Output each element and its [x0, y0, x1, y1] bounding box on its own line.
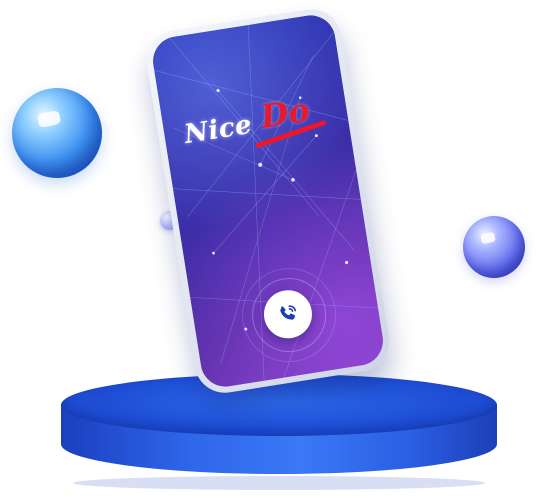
glass-bubble-medium: [463, 216, 525, 278]
scene: Nice Do: [0, 0, 541, 498]
phone-screen: Nice Do: [149, 11, 387, 391]
phone-call-icon: [280, 305, 297, 320]
podium: [61, 374, 497, 490]
podium-shadow: [73, 476, 485, 490]
bubble-highlight: [480, 231, 496, 245]
logo-text-nice: Nice: [182, 109, 255, 151]
glass-bubble-large: [12, 88, 102, 178]
smartphone: Nice Do: [142, 4, 394, 398]
bubble-highlight: [36, 109, 62, 129]
